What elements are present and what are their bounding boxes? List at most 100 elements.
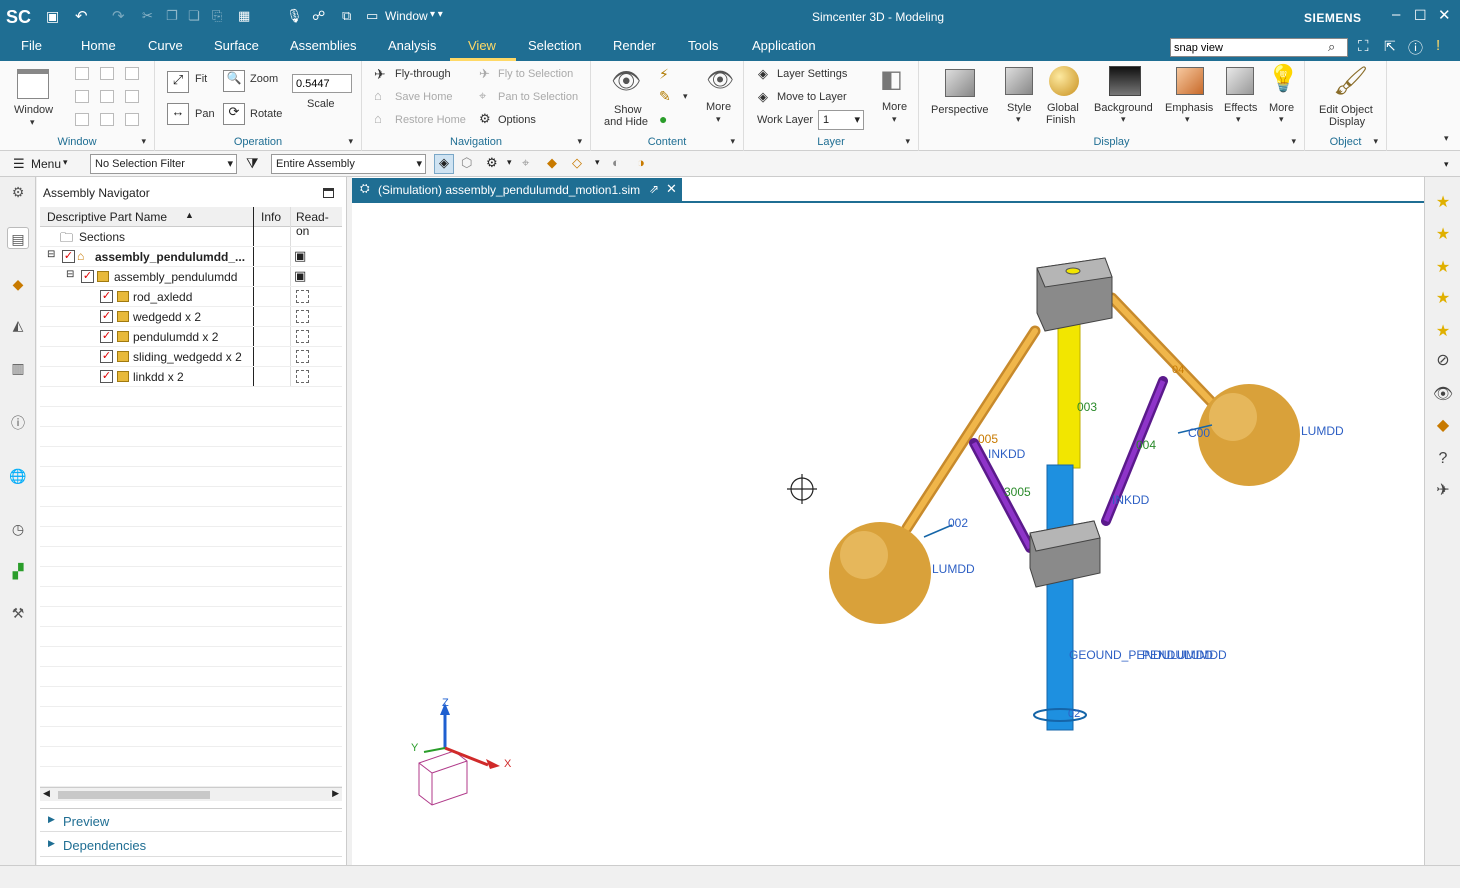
background-icon[interactable] (1109, 66, 1141, 96)
content-group-dropdown-icon[interactable]: ▾ (730, 136, 735, 147)
tab-home[interactable]: Home (81, 38, 116, 53)
menu-hamburger-icon[interactable]: ☰ (13, 156, 25, 172)
redo-icon[interactable]: ↷ (112, 7, 125, 25)
navigation-group-dropdown-icon[interactable]: ▾ (577, 136, 582, 147)
tree-row-sections[interactable]: 🗀 Sections (40, 227, 342, 247)
display-more-dropdown-icon[interactable]: ▾ (1279, 114, 1284, 125)
effects-button[interactable]: Effects (1224, 102, 1257, 114)
layout-two-horizontal-icon[interactable] (125, 67, 139, 80)
type-filter-icon[interactable]: ⚙ (486, 155, 498, 171)
layout-three-left-icon[interactable] (75, 90, 89, 103)
settings-gear-icon[interactable]: ⚙ (7, 181, 29, 203)
visibility-checkbox[interactable]: ✓ (100, 290, 113, 303)
paste-icon[interactable]: ❏ (188, 8, 200, 24)
layer-more-icon[interactable]: ◧ (880, 65, 903, 94)
style-icon[interactable] (1005, 67, 1033, 95)
part-navigator-icon[interactable]: ◭ (7, 314, 29, 336)
perspective-icon[interactable] (945, 69, 975, 97)
pan-icon[interactable]: ↔ (167, 103, 189, 125)
select-component-icon[interactable]: ◆ (547, 155, 557, 171)
layer-settings-icon[interactable]: ◈ (758, 66, 768, 82)
select-body-dropdown-icon[interactable]: ▾ (595, 157, 600, 168)
window-menu-chevron-icon[interactable]: ▾ ▾ (430, 9, 443, 20)
hide-dropdown-icon[interactable]: ▾ (683, 91, 688, 102)
move-to-layer-button[interactable]: Move to Layer (777, 91, 847, 103)
effects-dropdown-icon[interactable]: ▾ (1236, 114, 1241, 125)
tree-row-sliding-wedge[interactable]: ✓ sliding_wedgedd x 2 (40, 347, 342, 367)
scrollbar-thumb[interactable] (58, 791, 210, 799)
cut-icon[interactable]: ✂ (142, 8, 153, 24)
column-header-info[interactable]: Info (261, 210, 281, 224)
column-header-part-name[interactable]: Descriptive Part Name (47, 210, 167, 224)
object-group-dropdown-icon[interactable]: ▾ (1373, 136, 1378, 147)
tab-tools[interactable]: Tools (688, 38, 718, 53)
show-all-icon[interactable]: ● (659, 111, 667, 127)
tree-row-wedge[interactable]: ✓ wedgedd x 2 (40, 307, 342, 327)
window-icon[interactable]: ▭ (366, 8, 378, 24)
web-browser-icon[interactable]: 🌐 (7, 465, 29, 487)
rotate-button[interactable]: Rotate (250, 108, 282, 120)
maximize-icon[interactable]: ☐ (1414, 7, 1427, 24)
layout-two-vertical-icon[interactable] (100, 67, 114, 80)
global-finish-icon[interactable] (1049, 66, 1079, 96)
layout-six-icon[interactable] (75, 113, 89, 126)
expand-preview-icon[interactable]: ▶ (48, 814, 55, 825)
object-color-icon[interactable]: ◆ (1431, 414, 1455, 438)
roles-favorite-1-icon[interactable]: ★ (1431, 191, 1455, 215)
style-dropdown-icon[interactable]: ▾ (1016, 114, 1021, 125)
tree-row-link[interactable]: ✓ linkdd x 2 (40, 367, 342, 387)
zoom-icon[interactable]: 🔍 (223, 70, 245, 92)
tab-render[interactable]: Render (613, 38, 656, 53)
tab-file[interactable]: File (21, 38, 42, 53)
window-button-label[interactable]: Window (14, 104, 53, 116)
tab-analysis[interactable]: Analysis (388, 38, 436, 53)
document-tab-title[interactable]: (Simulation) assembly_pendulumdd_motion1… (378, 183, 640, 197)
fly-to-selection-button[interactable]: Fly to Selection (498, 68, 573, 80)
content-more-dropdown-icon[interactable]: ▾ (716, 114, 721, 125)
zoom-button[interactable]: Zoom (250, 73, 278, 85)
pan-to-selection-icon[interactable]: ⌖ (479, 88, 486, 104)
options-button[interactable]: Options (498, 114, 536, 126)
edit-object-display-label-2[interactable]: Display (1329, 116, 1365, 128)
restore-home-button[interactable]: Restore Home (395, 114, 466, 126)
ribbon-options-icon[interactable]: ▾ (1444, 133, 1449, 144)
layout-nine-icon[interactable] (125, 113, 139, 126)
assembly-navigator-icon[interactable]: ▤ (7, 227, 29, 249)
layer-more-dropdown-icon[interactable]: ▾ (892, 114, 897, 125)
tab-surface[interactable]: Surface (214, 38, 259, 53)
roles-favorite-5-icon[interactable]: ★ (1431, 320, 1455, 344)
document-tab[interactable]: ⛭ (Simulation) assembly_pendulumdd_motio… (352, 178, 682, 201)
options-icon[interactable]: ⚙ (479, 111, 491, 127)
rod-upper[interactable] (1057, 322, 1081, 469)
show-only-icon[interactable]: ⚡ (659, 66, 669, 83)
tools-icon[interactable]: ⚒ (7, 602, 29, 624)
tab-curve[interactable]: Curve (148, 38, 183, 53)
collapse-icon[interactable]: ⊟ (47, 249, 55, 260)
layout-three-right-icon[interactable] (125, 90, 139, 103)
display-group-dropdown-icon[interactable]: ▾ (1291, 136, 1296, 147)
visibility-checkbox[interactable]: ✓ (81, 270, 94, 283)
roles-favorite-3-icon[interactable]: ★ (1431, 256, 1455, 280)
visibility-checkbox[interactable]: ✓ (100, 310, 113, 323)
emphasis-icon[interactable] (1176, 67, 1204, 95)
display-more-icon[interactable]: 💡 (1267, 63, 1299, 94)
selection-bar-options-icon[interactable]: ▾ (1444, 159, 1449, 170)
perspective-button[interactable]: Perspective (931, 104, 988, 116)
global-finish-label-1[interactable]: Global (1047, 102, 1079, 114)
fit-button[interactable]: Fit (195, 73, 207, 85)
background-dropdown-icon[interactable]: ▾ (1121, 114, 1126, 125)
preview-section[interactable]: ▶ Preview (40, 808, 342, 832)
full-screen-icon[interactable]: ⇱ (1384, 38, 1396, 55)
menu-dropdown-icon[interactable]: ▾ (63, 157, 68, 168)
history-clock-icon[interactable]: ◷ (7, 518, 29, 540)
window-icon[interactable] (17, 69, 49, 99)
display-more-button[interactable]: More (1269, 102, 1294, 114)
emphasis-dropdown-icon[interactable]: ▾ (1185, 114, 1190, 125)
show-and-hide-icon[interactable]: 👁 (611, 67, 641, 96)
content-more-button[interactable]: More (706, 101, 731, 113)
selection-filter-select[interactable]: No Selection Filter (90, 154, 237, 174)
navigator-maximize-icon[interactable] (323, 188, 334, 198)
window-menu[interactable]: Window (385, 9, 428, 23)
visibility-checkbox[interactable]: ✓ (100, 370, 113, 383)
emphasis-button[interactable]: Emphasis (1165, 102, 1213, 114)
